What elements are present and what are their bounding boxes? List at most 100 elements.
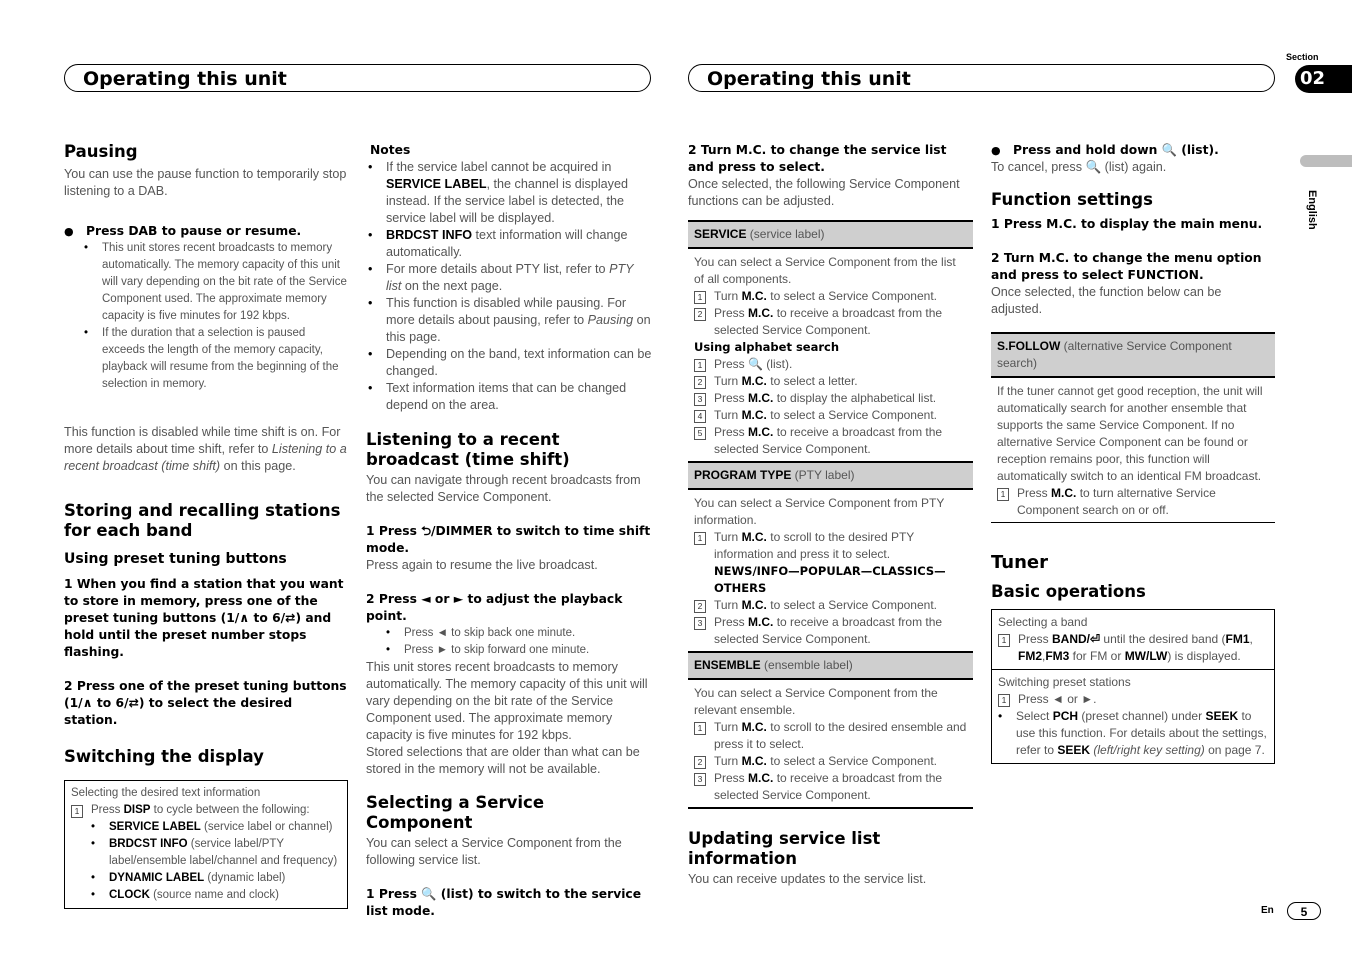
section-number: 02 xyxy=(1300,68,1326,89)
pausing-bullet: This unit stores recent broadcasts to me… xyxy=(80,240,348,325)
pausing-heading: Pausing xyxy=(64,142,138,161)
alphabet-search-heading: Using alphabet search xyxy=(694,340,840,354)
service-table-header: SERVICE (service label) xyxy=(688,220,973,249)
display-box: Selecting the desired text information 1… xyxy=(64,780,348,909)
sfollow-step: 1 Press M.C. to turn alternative Service … xyxy=(997,485,1269,519)
ensemble-table-header: ENSEMBLE (ensemble label) xyxy=(688,651,973,680)
page-number-badge: 5 xyxy=(1287,902,1321,920)
display-box-title: Selecting the desired text information xyxy=(71,787,261,799)
display-modes: SERVICE LABEL (service label or channel)… xyxy=(71,819,341,904)
left-page-title: Operating this unit xyxy=(83,68,287,90)
alpha-step: 3 Press M.C. to display the alphabetical … xyxy=(694,390,967,407)
update-heading: Updating service list information xyxy=(688,829,881,868)
storing-heading: Storing and recalling stations for each … xyxy=(64,501,341,540)
preset-switch-bullets: Select PCH (preset channel) under SEEK t… xyxy=(994,708,1268,759)
note-item: This function is disabled while pausing.… xyxy=(364,295,652,346)
timeshift-step-1-note: Press again to resume the live broadcast… xyxy=(366,558,598,572)
seek-setting-link[interactable]: (left/right key setting) xyxy=(1090,743,1204,757)
language-label: English xyxy=(1306,190,1318,230)
pausing-bullet: If the duration that a selection is paus… xyxy=(80,325,348,393)
section-number-badge: 02 xyxy=(1295,65,1352,93)
language-tab xyxy=(1300,155,1352,167)
pty-table-header: PROGRAM TYPE (PTY label) xyxy=(688,461,973,490)
page-number: 5 xyxy=(1300,905,1308,919)
column-2: Notes If the service label cannot be acq… xyxy=(366,142,652,920)
timeshift-intro: You can navigate through recent broadcas… xyxy=(366,473,641,504)
display-mode-item: BRDCST INFO (service label/PTY label/ens… xyxy=(87,836,341,870)
notes-list: If the service label cannot be acquired … xyxy=(364,159,652,414)
update-intro: You can receive updates to the service l… xyxy=(688,872,927,886)
ensemble-table-body: You can select a Service Component from … xyxy=(688,680,973,809)
note-item: BRDCST INFO text information will change… xyxy=(364,227,652,261)
ensemble-step: 3 Press M.C. to receive a broadcast from … xyxy=(694,770,967,804)
note-item: Text information items that can be chang… xyxy=(364,380,652,414)
band-step: 1 Press BAND/⏎ until the desired band (FM… xyxy=(998,631,1268,665)
note-item: Depending on the band, text information … xyxy=(364,346,652,380)
display-mode-item: DYNAMIC LABEL (dynamic label) xyxy=(87,870,341,887)
function-step-2: 2 Turn M.C. to change the menu option an… xyxy=(991,251,1262,282)
ensemble-step: 2 Turn M.C. to select a Service Component… xyxy=(694,753,967,770)
timeshift-step-2: 2 Press ◄ or ► to adjust the playback po… xyxy=(366,592,623,623)
hold-list-note: To cancel, press 🔍 (list) again. xyxy=(991,160,1167,174)
basic-operations-heading: Basic operations xyxy=(991,582,1146,601)
timeshift-bullets: Press ◄ to skip back one minute. Press ►… xyxy=(366,625,652,659)
column-4: Press and hold down 🔍 (list). To cancel,… xyxy=(991,142,1275,764)
band-title: Selecting a band xyxy=(998,615,1088,629)
sfollow-table-header: S.FOLLOW (alternative Service Component … xyxy=(991,332,1275,378)
pty-step: 2 Turn M.C. to select a Service Component… xyxy=(694,597,967,614)
pausing-step: Press DAB to pause or resume. xyxy=(64,223,348,240)
section-label: Section xyxy=(1286,52,1319,62)
right-page-title: Operating this unit xyxy=(707,68,911,90)
pausing-intro: You can use the pause function to tempor… xyxy=(64,167,347,198)
service-table-body: You can select a Service Component from … xyxy=(688,249,973,461)
select-heading: Selecting a Service Component xyxy=(366,793,545,832)
pty-table-body: You can select a Service Component from … xyxy=(688,490,973,651)
tuner-heading: Tuner xyxy=(991,552,1049,573)
display-step: 1 Press DISP to cycle between the followi… xyxy=(71,802,341,819)
alpha-step: 4 Turn M.C. to select a Service Component… xyxy=(694,407,967,424)
select-step-1: 1 Press 🔍 (list) to switch to the servic… xyxy=(366,887,642,918)
right-page-header: Operating this unit xyxy=(688,64,1275,92)
pty-step: 3 Press M.C. to receive a broadcast from … xyxy=(694,614,967,648)
service-step-2-note: Once selected, the following Service Com… xyxy=(688,177,960,208)
alpha-step: 1 Press 🔍 (list). xyxy=(694,356,967,373)
basic-operations-box: Selecting a band 1 Press BAND/⏎ until the… xyxy=(991,609,1275,764)
alpha-step: 5 Press M.C. to receive a broadcast from … xyxy=(694,424,967,458)
display-mode-item: SERVICE LABEL (service label or channel) xyxy=(87,819,341,836)
timeshift-bullet: Press ► to skip forward one minute. xyxy=(382,642,652,659)
left-page-header: Operating this unit xyxy=(64,64,651,92)
note-item: For more details about PTY list, refer t… xyxy=(364,261,652,295)
preset-switch-title: Switching preset stations xyxy=(998,675,1131,689)
note-item: If the service label cannot be acquired … xyxy=(364,159,652,227)
display-mode-item: CLOCK (source name and clock) xyxy=(87,887,341,904)
preset-switch-step: 1 Press ◄ or ►. xyxy=(998,691,1268,708)
service-step: 1 Turn M.C. to select a Service Component… xyxy=(694,288,967,305)
function-step-1: 1 Press M.C. to display the main menu. xyxy=(991,217,1263,231)
timeshift-bullet: Press ◄ to skip back one minute. xyxy=(382,625,652,642)
pausing-bullets: This unit stores recent broadcasts to me… xyxy=(64,240,348,393)
sfollow-table-body: If the tuner cannot get good reception, … xyxy=(991,378,1275,523)
ensemble-step: 1 Turn M.C. to scroll to the desired ense… xyxy=(694,719,967,753)
column-3: 2 Turn M.C. to change the service list a… xyxy=(688,142,973,888)
select-intro: You can select a Service Component from … xyxy=(366,836,622,867)
alpha-step: 2 Turn M.C. to select a letter. xyxy=(694,373,967,390)
column-1: Pausing You can use the pause function t… xyxy=(64,142,348,909)
timeshift-heading: Listening to a recent broadcast (time sh… xyxy=(366,430,570,469)
service-step-2: 2 Turn M.C. to change the service list a… xyxy=(688,143,947,174)
timeshift-para: This unit stores recent broadcasts to me… xyxy=(366,660,648,742)
function-settings-heading: Function settings xyxy=(991,190,1153,209)
footer-language: En xyxy=(1261,905,1274,916)
service-step: 2 Press M.C. to receive a broadcast from … xyxy=(694,305,967,339)
timeshift-step-1: 1 Press ⮌/DIMMER to switch to time shift… xyxy=(366,524,651,555)
function-note: Once selected, the function below can be… xyxy=(991,285,1222,316)
timeshift-para-2: Stored selections that are older than wh… xyxy=(366,745,640,776)
preset-step-1: 1 When you find a station that you want … xyxy=(64,577,344,659)
preset-switch-bullet: Select PCH (preset channel) under SEEK t… xyxy=(994,708,1268,759)
pty-options: NEWS/INFO—POPULAR—CLASSICS—OTHERS xyxy=(714,564,946,595)
pausing-note: This function is disabled while time shi… xyxy=(64,425,347,473)
hold-list-step: Press and hold down 🔍 (list). xyxy=(991,142,1275,159)
pty-step: 1 Turn M.C. to scroll to the desired PTY … xyxy=(694,529,967,563)
pausing-link[interactable]: Pausing xyxy=(588,313,634,327)
preset-step-2: 2 Press one of the preset tuning buttons… xyxy=(64,679,347,727)
preset-subheading: Using preset tuning buttons xyxy=(64,551,287,567)
